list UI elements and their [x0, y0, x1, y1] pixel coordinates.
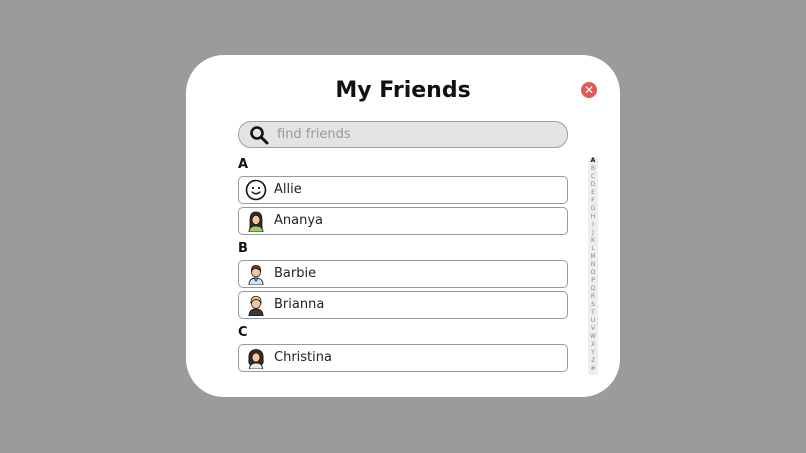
friend-row-ananya[interactable]: Ananya	[238, 207, 568, 235]
search-input[interactable]	[277, 122, 557, 147]
alphabet-index: A B C D E F G H I J K L M N O P Q R S T U V W X Y Z #	[588, 157, 598, 375]
index-letter-k[interactable]: K	[588, 237, 598, 245]
friends-dialog: My Friends ✕ A Allie Ananya B	[186, 55, 620, 397]
index-letter-d[interactable]: D	[588, 181, 598, 189]
index-letter-h[interactable]: H	[588, 213, 598, 221]
friend-name: Christina	[274, 350, 332, 365]
index-letter-u[interactable]: U	[588, 317, 598, 325]
index-letter-o[interactable]: O	[588, 269, 598, 277]
index-letter-hash[interactable]: #	[588, 365, 598, 373]
avatar-long-dark-hair-icon	[248, 211, 264, 232]
avatar-curly-hair-icon	[248, 349, 264, 369]
index-letter-j[interactable]: J	[588, 229, 598, 237]
friend-name: Ananya	[274, 213, 323, 228]
index-letter-a[interactable]: A	[588, 157, 598, 165]
index-letter-e[interactable]: E	[588, 189, 598, 197]
search-icon	[250, 126, 269, 145]
friend-name: Barbie	[274, 266, 317, 281]
index-letter-s[interactable]: S	[588, 301, 598, 309]
index-letter-i[interactable]: I	[588, 221, 598, 229]
index-letter-p[interactable]: P	[588, 277, 598, 285]
index-letter-m[interactable]: M	[588, 253, 598, 261]
friend-row-brianna[interactable]: Brianna	[238, 291, 568, 319]
index-letter-f[interactable]: F	[588, 197, 598, 205]
close-icon: ✕	[583, 83, 595, 97]
friend-name: Allie	[274, 182, 302, 197]
search-bar[interactable]	[238, 121, 568, 148]
section-header-b: B	[238, 241, 248, 256]
friend-name: Brianna	[274, 297, 325, 312]
friend-row-christina[interactable]: Christina	[238, 344, 568, 372]
index-letter-y[interactable]: Y	[588, 349, 598, 357]
friend-row-barbie[interactable]: Barbie	[238, 260, 568, 288]
index-letter-t[interactable]: T	[588, 309, 598, 317]
index-letter-q[interactable]: Q	[588, 285, 598, 293]
index-letter-v[interactable]: V	[588, 325, 598, 333]
index-letter-w[interactable]: W	[588, 333, 598, 341]
index-letter-x[interactable]: X	[588, 341, 598, 349]
dialog-title: My Friends	[335, 78, 471, 103]
smiley-face-icon	[245, 179, 267, 201]
friend-row-allie[interactable]: Allie	[238, 176, 568, 204]
index-letter-c[interactable]: C	[588, 173, 598, 181]
section-header-c: C	[238, 325, 248, 340]
avatar-short-brown-hair-icon	[248, 265, 264, 285]
avatar-blonde-hair-icon	[248, 296, 264, 316]
index-letter-b[interactable]: B	[588, 165, 598, 173]
index-letter-n[interactable]: N	[588, 261, 598, 269]
close-button[interactable]: ✕	[581, 82, 597, 98]
index-letter-r[interactable]: R	[588, 293, 598, 301]
index-letter-z[interactable]: Z	[588, 357, 598, 365]
index-letter-g[interactable]: G	[588, 205, 598, 213]
index-letter-l[interactable]: L	[588, 245, 598, 253]
section-header-a: A	[238, 157, 249, 172]
